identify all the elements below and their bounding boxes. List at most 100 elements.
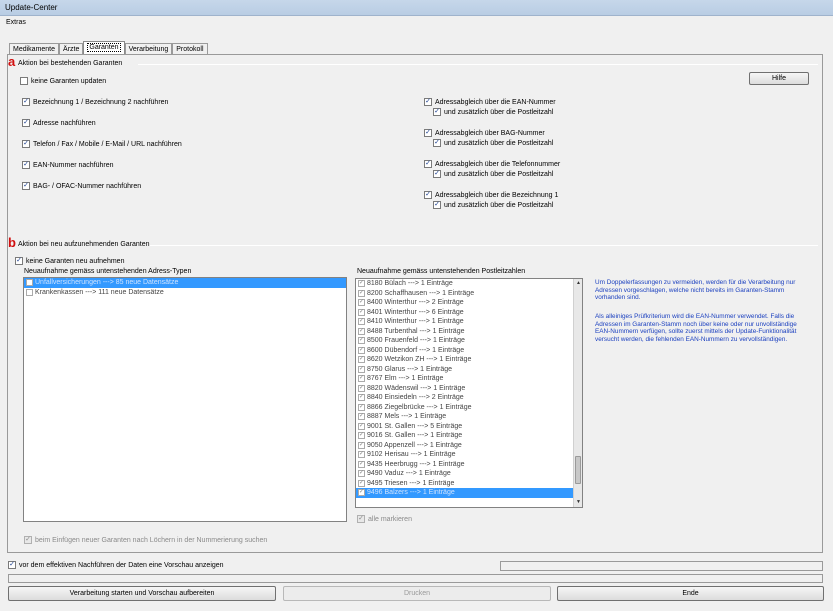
option-abgleich-telefon-plz[interactable]: ✓ und zusätzlich über die Postleitzahl [433, 170, 553, 178]
checkbox-box: ✓ [433, 201, 441, 209]
list-item[interactable]: ✓ 9102 Herisau ---> 1 Einträge [356, 450, 582, 460]
no-update-checkbox[interactable]: keine Garanten updaten [20, 77, 106, 85]
postal-scrollbar[interactable]: ▲ ▼ [573, 279, 582, 507]
list-item[interactable]: Unfallversicherungen ---> 85 neue Datens… [24, 278, 346, 288]
checkbox-box: ✓ [424, 160, 432, 168]
address-types-list[interactable]: Unfallversicherungen ---> 85 neue Datens… [23, 277, 347, 522]
no-new-checkbox[interactable]: ✓ keine Garanten neu aufnehmen [15, 257, 124, 265]
option-abgleich-bag[interactable]: ✓ Adressabgleich über BAG-Nummer [424, 129, 545, 137]
checkbox-box: ✓ [22, 98, 30, 106]
print-button[interactable]: Drucken [283, 586, 551, 601]
checkbox-box: ✓ [433, 108, 441, 116]
option-telefon[interactable]: ✓ Telefon / Fax / Mobile / E-Mail / URL … [22, 140, 182, 148]
start-processing-button[interactable]: Verarbeitung starten und Vorschau aufber… [8, 586, 276, 601]
checkbox-box: ✓ [358, 413, 365, 421]
menu-extras[interactable]: Extras [6, 19, 26, 26]
section-a-divider [138, 64, 818, 65]
list-item[interactable]: ✓ 9490 Vaduz ---> 1 Einträge [356, 469, 582, 479]
list-item[interactable]: ✓ 9016 St. Gallen ---> 1 Einträge [356, 431, 582, 441]
scroll-down-icon[interactable]: ▼ [574, 498, 582, 507]
checkbox-box: ✓ [22, 140, 30, 148]
tab-garanten[interactable]: Garanten [83, 41, 125, 55]
end-button[interactable]: Ende [557, 586, 824, 601]
help-button[interactable]: Hilfe [749, 72, 809, 85]
checkbox-box: ✓ [358, 280, 365, 288]
checkbox-box: ✓ [358, 451, 365, 459]
list-item[interactable]: ✓ 8620 Wetzikon ZH ---> 1 Einträge [356, 355, 582, 365]
checkbox-box: ✓ [358, 365, 365, 373]
list-item[interactable]: ✓ 8488 Turbenthal ---> 1 Einträge [356, 327, 582, 337]
checkbox-box: ✓ [433, 139, 441, 147]
checkbox-box: ✓ [358, 337, 365, 345]
checkbox-box: ✓ [357, 515, 365, 523]
mark-all-checkbox[interactable]: ✓ alle markieren [357, 515, 412, 523]
option-ean[interactable]: ✓ EAN-Nummer nachführen [22, 161, 114, 169]
section-b-divider [150, 245, 818, 246]
list-item[interactable]: ✓ 8500 Frauenfeld ---> 1 Einträge [356, 336, 582, 346]
option-abgleich-bezeichnung[interactable]: ✓ Adressabgleich über die Bezeichnung 1 [424, 191, 558, 199]
list-item[interactable]: ✓ 8200 Schaffhausen ---> 1 Einträge [356, 289, 582, 299]
option-abgleich-bezeichnung-plz[interactable]: ✓ und zusätzlich über die Postleitzahl [433, 201, 553, 209]
list-item[interactable]: ✓ 8840 Einsiedeln ---> 2 Einträge [356, 393, 582, 403]
checkbox-box: ✓ [358, 422, 365, 430]
checkbox-box: ✓ [358, 441, 365, 449]
gap-search-checkbox[interactable]: ✓ beim Einfügen neuer Garanten nach Löch… [24, 536, 267, 544]
list-item[interactable]: ✓ 8887 Mels ---> 1 Einträge [356, 412, 582, 422]
postal-codes-title: Neuaufnahme gemäss untenstehenden Postle… [357, 268, 526, 275]
checkbox-box: ✓ [358, 327, 365, 335]
checkbox-box: ✓ [15, 257, 23, 265]
checkbox-box: ✓ [358, 308, 365, 316]
list-item[interactable]: ✓ 8180 Bülach ---> 1 Einträge [356, 279, 582, 289]
checkbox-box: ✓ [424, 129, 432, 137]
list-item[interactable]: ✓ 9001 St. Gallen ---> 5 Einträge [356, 422, 582, 432]
list-item[interactable]: ✓ 8400 Winterthur ---> 2 Einträge [356, 298, 582, 308]
checkbox-box: ✓ [358, 470, 365, 478]
checkbox-box: ✓ [358, 479, 365, 487]
list-item[interactable]: ✓ 8750 Glarus ---> 1 Einträge [356, 365, 582, 375]
checkbox-box: ✓ [358, 384, 365, 392]
option-abgleich-ean[interactable]: ✓ Adressabgleich über die EAN-Nummer [424, 98, 556, 106]
option-bezeichnung[interactable]: ✓ Bezeichnung 1 / Bezeichnung 2 nachführ… [22, 98, 168, 106]
checkbox-box: ✓ [433, 170, 441, 178]
section-b-title: Aktion bei neu aufzunehmenden Garanten [18, 241, 150, 248]
status-field [500, 561, 823, 571]
option-adresse[interactable]: ✓ Adresse nachführen [22, 119, 96, 127]
list-item[interactable]: ✓ 8600 Dübendorf ---> 1 Einträge [356, 346, 582, 356]
option-bag-ofac[interactable]: ✓ BAG- / OFAC-Nummer nachführen [22, 182, 141, 190]
checkbox-box [20, 77, 28, 85]
list-item[interactable]: Krankenkassen ---> 111 neue Datensätze [24, 288, 346, 298]
scroll-thumb[interactable] [575, 456, 581, 484]
address-types-title: Neuaufnahme gemäss untenstehenden Adress… [24, 268, 192, 275]
postal-codes-list[interactable]: ✓ 8180 Bülach ---> 1 Einträge ✓ 8200 Schaff… [355, 278, 583, 508]
list-item[interactable]: ✓ 8820 Wädenswil ---> 1 Einträge [356, 384, 582, 394]
section-a-marker: a [8, 54, 16, 69]
list-item[interactable]: ✓ 8767 Elm ---> 1 Einträge [356, 374, 582, 384]
info-paragraph-1: Um Doppelerfassungen zu vermeiden, werde… [595, 279, 796, 302]
section-b-marker: b [8, 235, 16, 250]
checkbox-box: ✓ [358, 356, 365, 364]
checkbox-box: ✓ [424, 191, 432, 199]
checkbox-box: ✓ [358, 318, 365, 326]
option-abgleich-telefon[interactable]: ✓ Adressabgleich über die Telefonnummer [424, 160, 560, 168]
checkbox-box: ✓ [358, 375, 365, 383]
checkbox-box: ✓ [358, 403, 365, 411]
list-item[interactable]: ✓ 8401 Winterthur ---> 6 Einträge [356, 308, 582, 318]
list-item[interactable]: ✓ 8866 Ziegelbrücke ---> 1 Einträge [356, 403, 582, 413]
checkbox-box: ✓ [358, 299, 365, 307]
option-abgleich-ean-plz[interactable]: ✓ und zusätzlich über die Postleitzahl [433, 108, 553, 116]
list-item[interactable]: ✓ 9050 Appenzell ---> 1 Einträge [356, 441, 582, 451]
list-item[interactable]: ✓ 9496 Balzers ---> 1 Einträge [356, 488, 582, 498]
scroll-up-icon[interactable]: ▲ [574, 279, 582, 288]
menu-bar: Extras [0, 16, 833, 29]
checkbox-box: ✓ [424, 98, 432, 106]
list-item[interactable]: ✓ 9495 Triesen ---> 1 Einträge [356, 479, 582, 489]
checkbox-box [26, 279, 33, 287]
postal-rows: ✓ 8180 Bülach ---> 1 Einträge ✓ 8200 Schaff… [356, 279, 582, 498]
option-abgleich-bag-plz[interactable]: ✓ und zusätzlich über die Postleitzahl [433, 139, 553, 147]
checkbox-box: ✓ [24, 536, 32, 544]
list-item[interactable]: ✓ 8410 Winterthur ---> 1 Einträge [356, 317, 582, 327]
list-item[interactable]: ✓ 9435 Heerbrugg ---> 1 Einträge [356, 460, 582, 470]
preview-checkbox[interactable]: ✓ vor dem effektiven Nachführen der Date… [8, 561, 224, 569]
checkbox-box: ✓ [8, 561, 16, 569]
checkbox-box: ✓ [358, 289, 365, 297]
